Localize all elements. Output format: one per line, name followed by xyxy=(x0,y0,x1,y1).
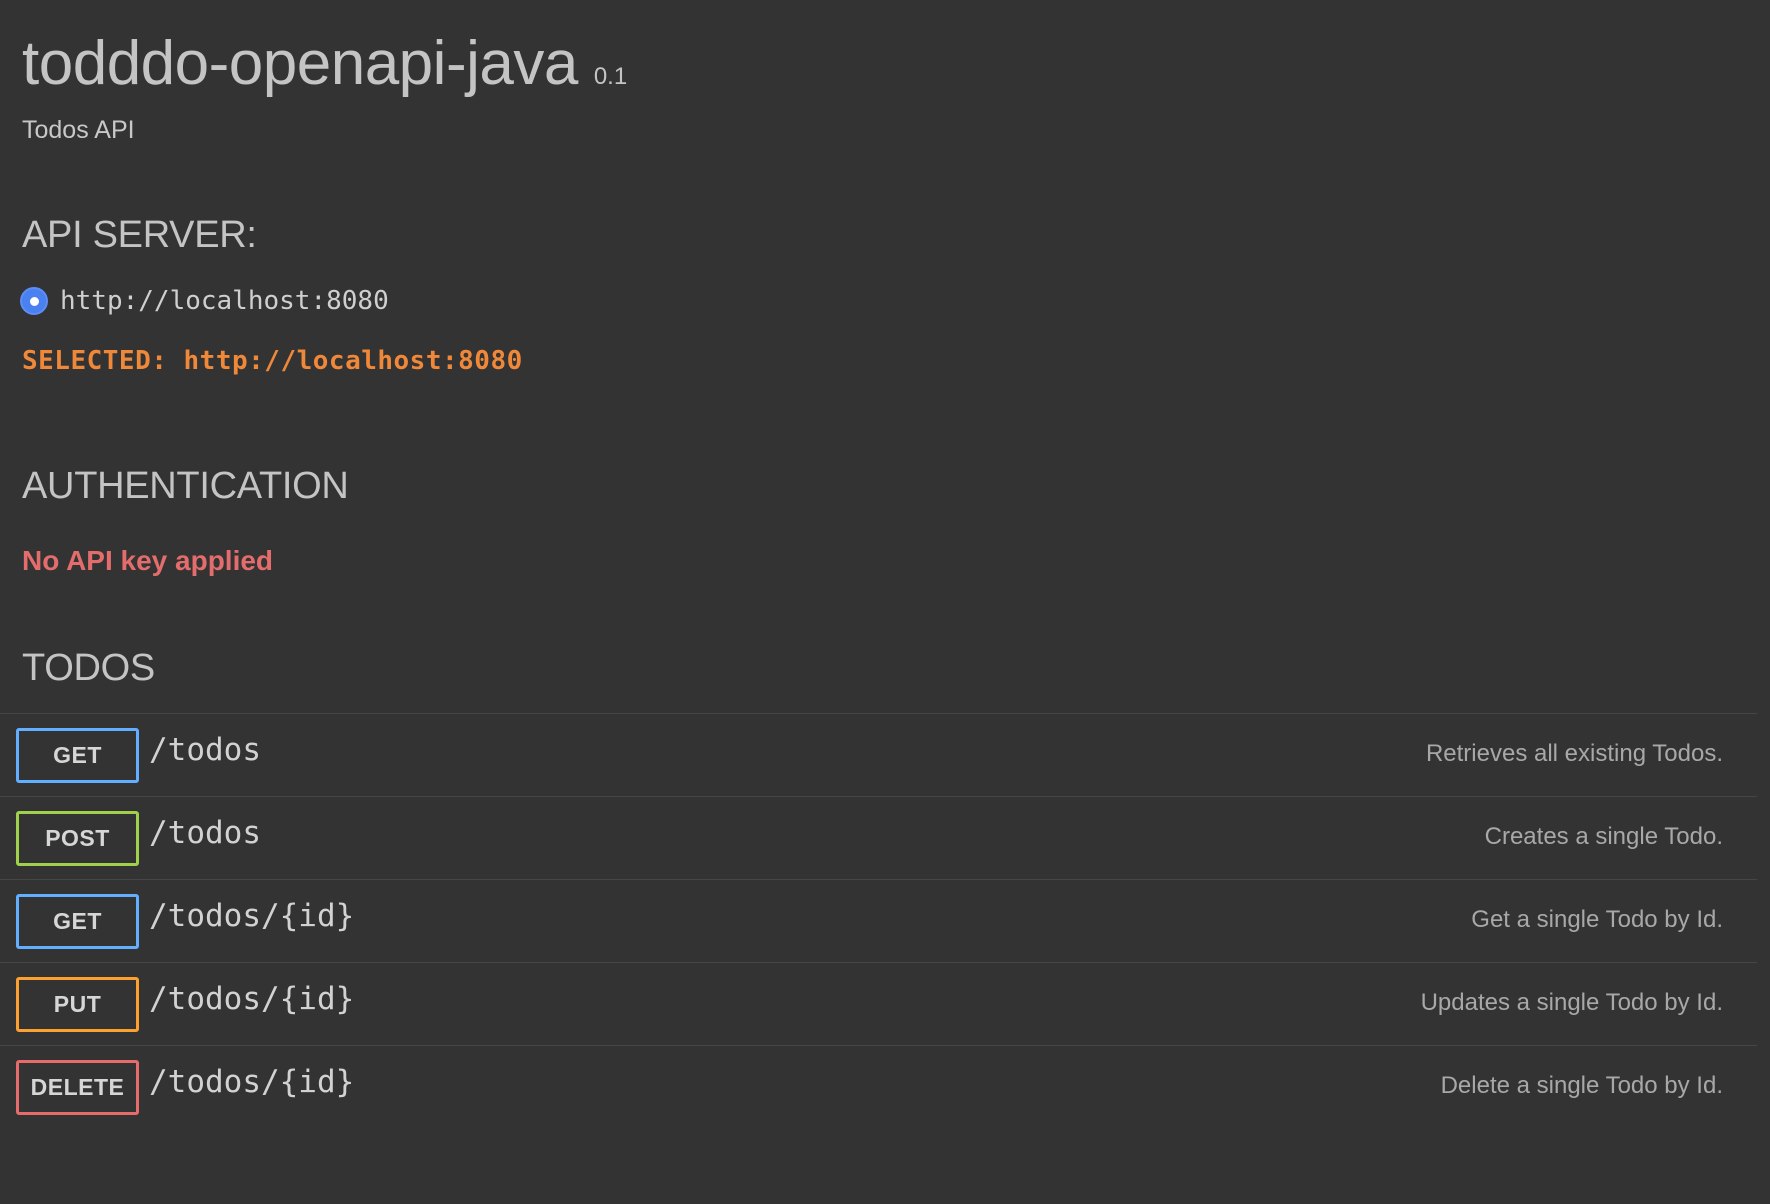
api-description: Todos API xyxy=(22,116,135,144)
api-version: 0.1 xyxy=(593,63,628,90)
method-badge-get: GET xyxy=(16,894,139,949)
method-badge-delete: DELETE xyxy=(16,1060,139,1115)
todos-heading: TODOS xyxy=(22,647,155,689)
endpoint-description: Updates a single Todo by Id. xyxy=(1420,989,1723,1016)
server-url: http://localhost:8080 xyxy=(60,286,389,316)
authentication-heading: AUTHENTICATION xyxy=(22,465,349,507)
api-title: todddo-openapi-java xyxy=(22,29,578,98)
auth-status: No API key applied xyxy=(22,545,274,576)
endpoint-description: Delete a single Todo by Id. xyxy=(1440,1072,1723,1099)
radio-selected-icon[interactable] xyxy=(20,287,48,315)
endpoint-list: GET /todos Retrieves all existing Todos.… xyxy=(0,713,1757,1128)
endpoint-description: Creates a single Todo. xyxy=(1484,823,1723,850)
method-badge-get: GET xyxy=(16,728,139,783)
endpoint-row-get-todo-by-id[interactable]: GET /todos/{id} Get a single Todo by Id. xyxy=(0,879,1757,962)
api-docs-page: todddo-openapi-java 0.1 Todos API API SE… xyxy=(0,0,1770,1204)
endpoint-path: /todos/{id} xyxy=(149,981,355,1017)
endpoint-row-put-todo-by-id[interactable]: PUT /todos/{id} Updates a single Todo by… xyxy=(0,962,1757,1045)
endpoint-path: /todos xyxy=(149,815,261,851)
endpoint-path: /todos/{id} xyxy=(149,1064,355,1100)
method-badge-post: POST xyxy=(16,811,139,866)
endpoint-row-post-todos[interactable]: POST /todos Creates a single Todo. xyxy=(0,796,1757,879)
endpoint-description: Get a single Todo by Id. xyxy=(1471,906,1723,933)
api-server-heading: API SERVER: xyxy=(22,214,257,256)
server-option[interactable]: http://localhost:8080 xyxy=(20,286,389,316)
endpoint-row-get-todos[interactable]: GET /todos Retrieves all existing Todos. xyxy=(0,713,1757,796)
selected-server: SELECTED: http://localhost:8080 xyxy=(22,346,523,376)
endpoint-path: /todos/{id} xyxy=(149,898,355,934)
title-row: todddo-openapi-java 0.1 xyxy=(22,28,627,99)
endpoint-description: Retrieves all existing Todos. xyxy=(1425,740,1723,767)
method-badge-put: PUT xyxy=(16,977,139,1032)
endpoint-row-delete-todo-by-id[interactable]: DELETE /todos/{id} Delete a single Todo … xyxy=(0,1045,1757,1128)
radio-dot xyxy=(29,296,39,306)
endpoint-path: /todos xyxy=(149,732,261,768)
